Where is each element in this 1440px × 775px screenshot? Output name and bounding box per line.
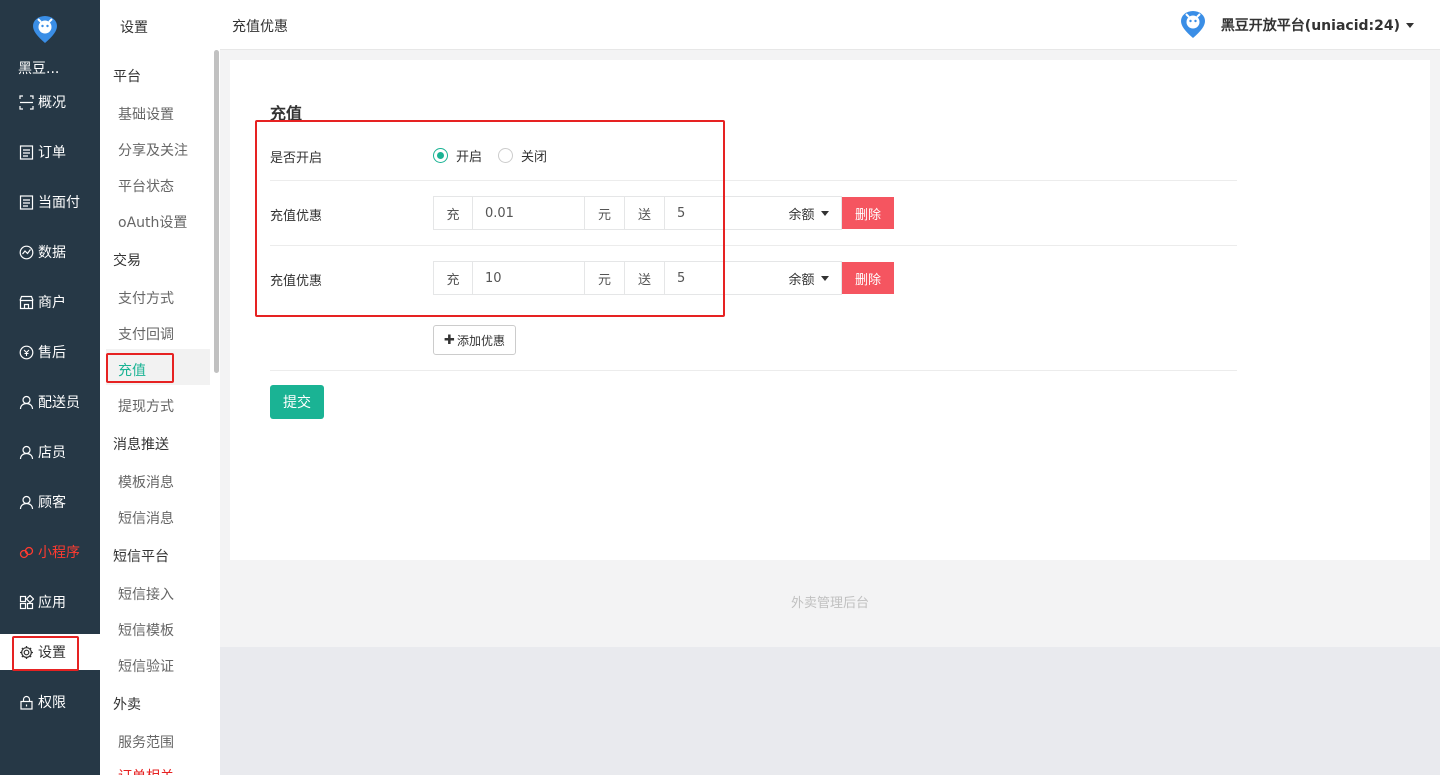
recharge-row: 充 元 送 余额 删除 [433, 261, 894, 295]
enable-label: 是否开启 [270, 151, 323, 166]
gear-icon [19, 645, 34, 660]
submenu-item-basic-settings[interactable]: 基础设置 [118, 104, 174, 124]
recharge-amount-input[interactable] [473, 196, 584, 230]
nav-item-settings[interactable]: 设置 [0, 634, 100, 671]
submenu-group-takeout: 外卖 [113, 697, 141, 713]
order-icon [19, 144, 34, 160]
chevron-down-icon [1406, 22, 1414, 28]
prefix-addon: 充 [433, 261, 473, 295]
prefix-addon: 充 [433, 196, 473, 230]
radio-enable-on[interactable]: 开启 [433, 146, 482, 165]
overview-icon [19, 94, 34, 110]
nav-item-facepay[interactable]: 当面付 [0, 184, 100, 220]
submenu-item-withdraw[interactable]: 提现方式 [118, 396, 174, 416]
submenu-item-service-area[interactable]: 服务范围 [118, 732, 174, 752]
store-icon [19, 295, 34, 310]
divider [270, 370, 1237, 371]
submenu-group-trade: 交易 [113, 253, 141, 269]
page-title: 充值优惠 [232, 19, 288, 35]
main-nav: 黑豆... 概况 订单 当面付 数据 商户 售后 配送员 店员 顾客 小程序 应… [0, 0, 100, 775]
chevron-down-icon [820, 210, 829, 216]
nav-item-delivery[interactable]: 配送员 [0, 384, 100, 420]
submenu-item-platform-status[interactable]: 平台状态 [118, 176, 174, 196]
apps-icon [19, 594, 34, 610]
submenu-item-template-msg[interactable]: 模板消息 [118, 472, 174, 492]
give-addon: 送 [625, 261, 665, 295]
submenu-item-order-related[interactable]: 订单相关 [118, 766, 174, 775]
bonus-type-dropdown[interactable]: 余额 [776, 196, 842, 230]
submenu-scrollbar[interactable] [214, 50, 219, 373]
submenu-item-sms-access[interactable]: 短信接入 [118, 584, 174, 604]
bonus-amount-input[interactable] [665, 196, 776, 230]
logo-icon [33, 16, 57, 43]
chevron-down-icon [820, 275, 829, 281]
submenu-item-sms-verify[interactable]: 短信验证 [118, 656, 174, 676]
top-bar: 充值优惠 黑豆开放平台(uniacid:24) [220, 0, 1440, 50]
submenu-item-share-follow[interactable]: 分享及关注 [118, 140, 188, 160]
user-icon [19, 445, 34, 460]
nav-item-aftersale[interactable]: 售后 [0, 334, 100, 370]
nav-item-staff[interactable]: 店员 [0, 434, 100, 470]
delete-button[interactable]: 删除 [842, 262, 894, 294]
submenu-item-payment-methods[interactable]: 支付方式 [118, 288, 174, 308]
submenu-title: 设置 [120, 20, 148, 36]
submenu-item-sms-msg[interactable]: 短信消息 [118, 508, 174, 528]
radio-unchecked-icon [498, 148, 513, 163]
nav-item-customer[interactable]: 顾客 [0, 484, 100, 520]
settings-submenu: 设置 平台 基础设置 分享及关注 平台状态 oAuth设置 交易 支付方式 支付… [100, 0, 220, 775]
lock-icon [19, 695, 34, 710]
brand-name: 黑豆... [18, 61, 60, 77]
radio-enable-off[interactable]: 关闭 [498, 146, 547, 165]
user-menu[interactable]: 黑豆开放平台(uniacid:24) [1179, 11, 1414, 39]
delete-button[interactable]: 删除 [842, 197, 894, 229]
user-icon [19, 495, 34, 510]
radio-checked-icon [433, 148, 448, 163]
nav-item-overview[interactable]: 概况 [0, 84, 100, 120]
recharge-row: 充 元 送 余额 删除 [433, 196, 894, 230]
nav-item-permissions[interactable]: 权限 [0, 684, 100, 720]
unit-addon: 元 [584, 261, 625, 295]
recharge-row-label: 充值优惠 [270, 209, 323, 224]
add-discount-button[interactable]: ✚ 添加优惠 [433, 325, 516, 355]
submenu-highlight-box [106, 353, 174, 383]
nav-item-apps[interactable]: 应用 [0, 584, 100, 620]
unit-addon: 元 [584, 196, 625, 230]
submenu-group-sms: 短信平台 [113, 549, 169, 565]
give-addon: 送 [625, 196, 665, 230]
submenu-group-platform: 平台 [113, 69, 141, 85]
nav-item-merchant[interactable]: 商户 [0, 284, 100, 320]
plus-icon: ✚ [444, 332, 455, 348]
recharge-row-label: 充值优惠 [270, 274, 323, 289]
pay-icon [19, 194, 34, 210]
submenu-item-sms-template[interactable]: 短信模板 [118, 620, 174, 640]
divider [270, 245, 1237, 246]
submenu-item-payment-callback[interactable]: 支付回调 [118, 324, 174, 344]
recharge-amount-input[interactable] [473, 261, 584, 295]
content-area: 充值 是否开启 开启 关闭 充值优惠 充 元 送 余额 删除 充值优惠 [220, 50, 1440, 647]
submit-button[interactable]: 提交 [270, 385, 324, 419]
avatar [1180, 11, 1205, 38]
nav-item-miniapp[interactable]: 小程序 [0, 534, 100, 570]
submenu-item-oauth[interactable]: oAuth设置 [118, 212, 187, 232]
bonus-type-dropdown[interactable]: 余额 [776, 261, 842, 295]
form-title: 充值 [270, 104, 303, 123]
bonus-amount-input[interactable] [665, 261, 776, 295]
nav-item-orders[interactable]: 订单 [0, 134, 100, 170]
aftersale-icon [19, 345, 34, 360]
divider [270, 180, 1237, 181]
recharge-card: 充值 是否开启 开启 关闭 充值优惠 充 元 送 余额 删除 充值优惠 [230, 60, 1430, 560]
footer-text: 外卖管理后台 [790, 596, 869, 611]
miniapp-icon [19, 545, 34, 560]
submenu-group-messages: 消息推送 [113, 437, 169, 453]
user-icon [19, 395, 34, 410]
user-name: 黑豆开放平台(uniacid:24) [1220, 18, 1400, 34]
chart-icon [19, 245, 34, 260]
nav-item-data[interactable]: 数据 [0, 234, 100, 270]
